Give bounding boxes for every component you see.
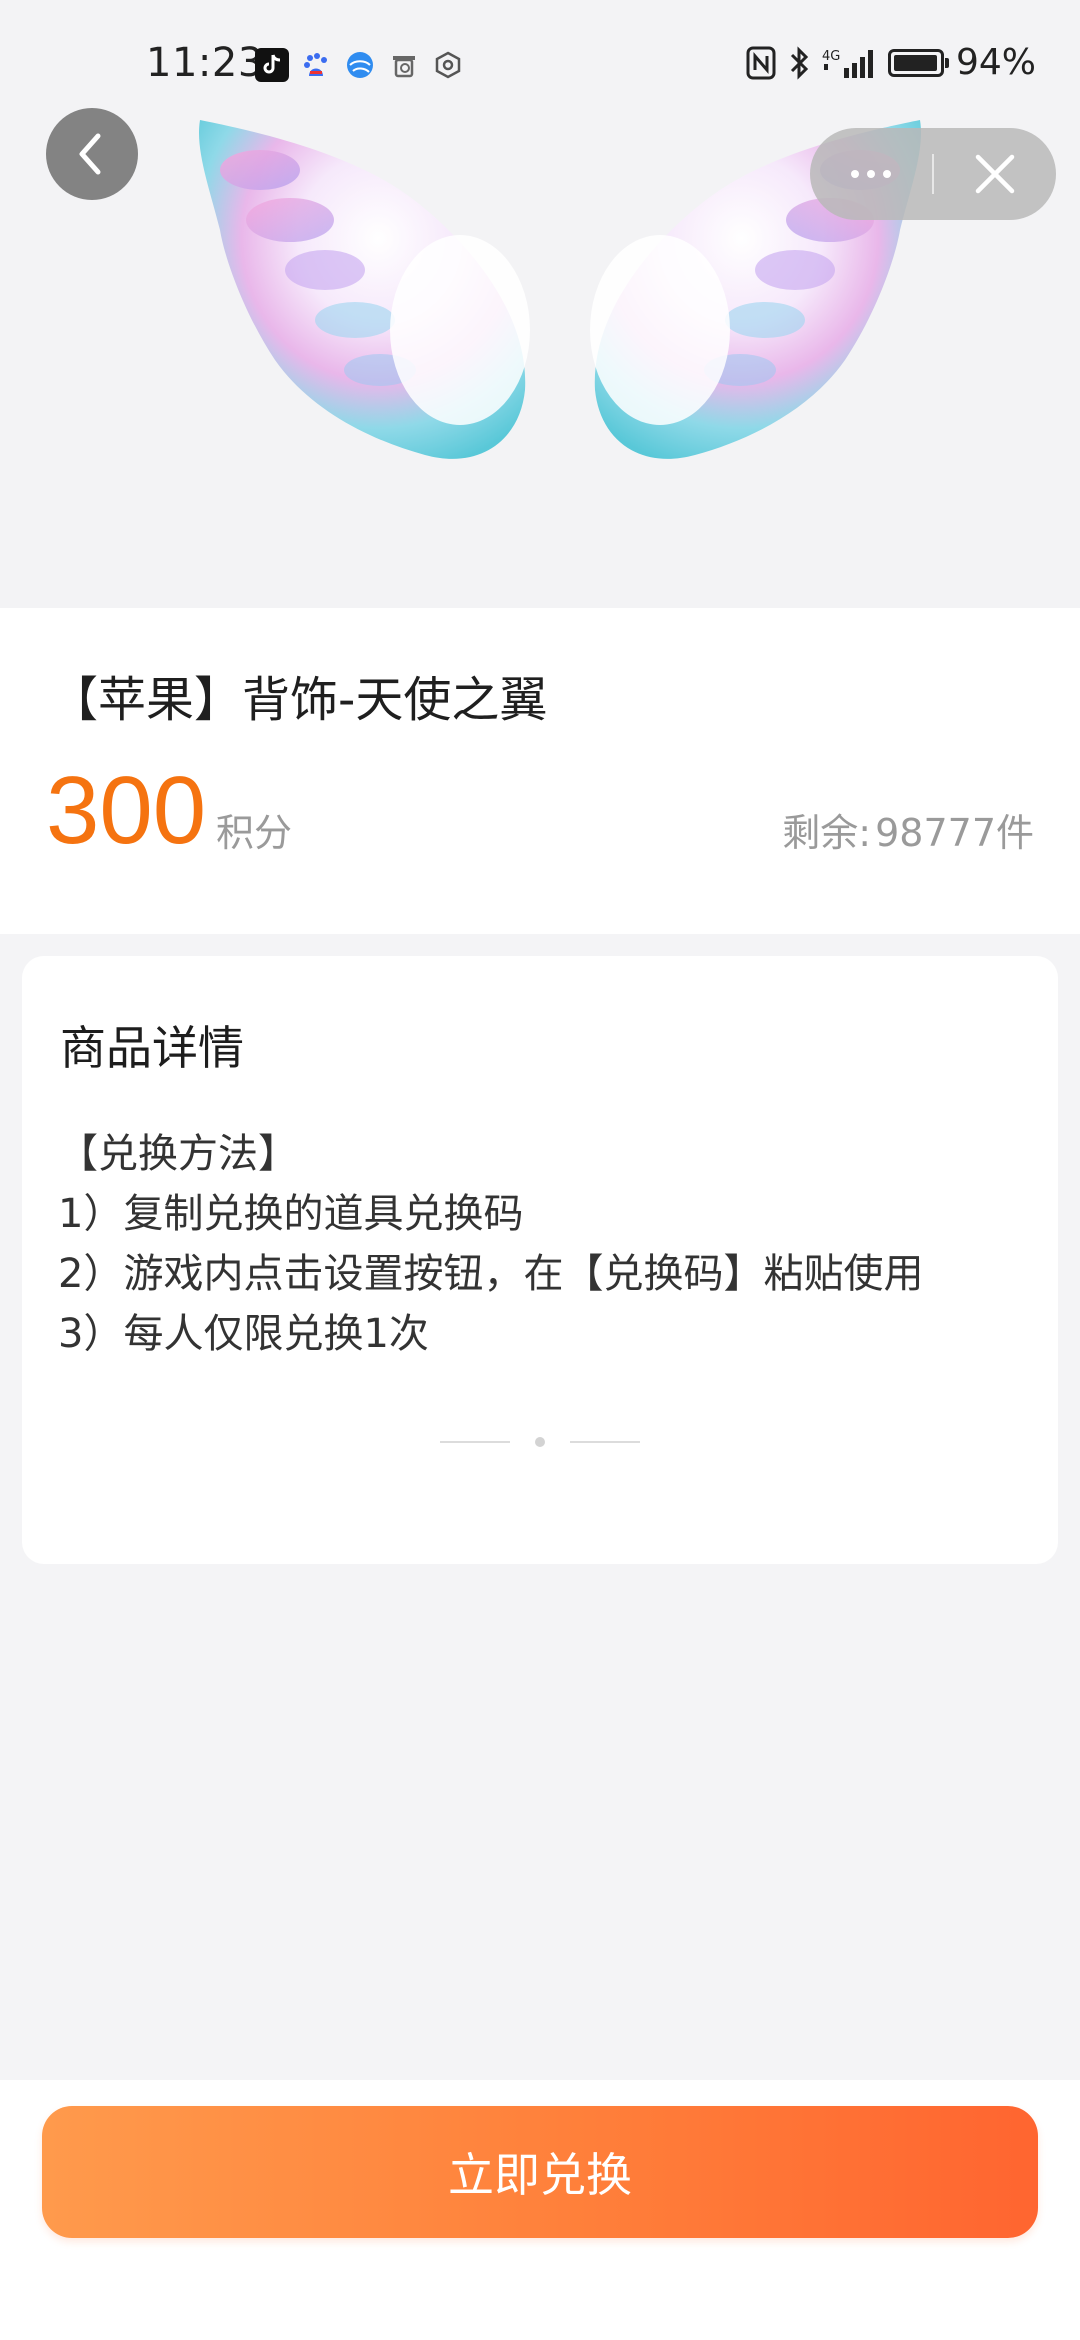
exchange-now-button[interactable]: 立即兑换	[42, 2106, 1038, 2238]
close-button[interactable]	[934, 128, 1056, 220]
tiktok-icon	[255, 48, 289, 82]
stock-label: 剩余:	[782, 811, 872, 855]
product-price: 300	[46, 757, 207, 864]
signal-icon: 4G	[822, 49, 873, 78]
status-time: 11:23	[146, 40, 264, 86]
browser-icon	[343, 48, 377, 82]
details-content: 【兑换方法】 1）复制兑换的道具兑换码 2）游戏内点击设置按钮，在【兑换码】粘贴…	[58, 1124, 923, 1364]
close-icon	[975, 154, 1015, 194]
product-info-card: 【苹果】背饰-天使之翼 300 积分 剩余: 98777件	[0, 608, 1080, 934]
svg-text:4G: 4G	[822, 49, 840, 64]
status-bar: 11:23 4G 94%	[0, 0, 1080, 130]
bluetooth-icon	[790, 45, 809, 80]
price-unit: 积分	[216, 811, 293, 855]
product-title: 【苹果】背饰-天使之翼	[50, 672, 548, 728]
bottom-action-bar: 立即兑换	[0, 2080, 1080, 2340]
status-indicators: 4G 94%	[746, 42, 1036, 83]
details-line: 3）每人仅限兑换1次	[58, 1311, 429, 1357]
back-button[interactable]	[46, 108, 138, 200]
baidu-icon	[299, 48, 333, 82]
product-details-card: 商品详情 【兑换方法】 1）复制兑换的道具兑换码 2）游戏内点击设置按钮，在【兑…	[22, 956, 1058, 1564]
left-wing-shape	[199, 120, 530, 459]
cleaner-icon	[387, 48, 421, 82]
product-image-area: 11:23 4G 94%	[0, 0, 1080, 608]
details-line: 【兑换方法】	[58, 1131, 298, 1177]
chevron-left-icon	[79, 133, 101, 175]
battery-icon	[887, 48, 949, 77]
battery-percent: 94%	[955, 42, 1036, 83]
product-detail-page: 11:23 4G 94% 【苹果】背饰-天使之翼 300 积分 剩余: 9877…	[0, 0, 1080, 2340]
nfc-icon	[746, 46, 776, 79]
details-line: 2）游戏内点击设置按钮，在【兑换码】粘贴使用	[58, 1251, 924, 1297]
content-end-divider	[440, 1432, 640, 1452]
settings-hex-icon	[431, 48, 465, 82]
more-button[interactable]	[810, 128, 932, 220]
stock-value: 98777件	[875, 811, 1034, 855]
stock-remaining: 剩余: 98777件	[782, 802, 1034, 857]
details-line: 1）复制兑换的道具兑换码	[58, 1191, 524, 1237]
details-heading: 商品详情	[60, 1021, 244, 1075]
more-dots-icon	[851, 170, 891, 178]
status-app-icons	[255, 48, 465, 82]
mini-program-capsule	[810, 128, 1056, 220]
